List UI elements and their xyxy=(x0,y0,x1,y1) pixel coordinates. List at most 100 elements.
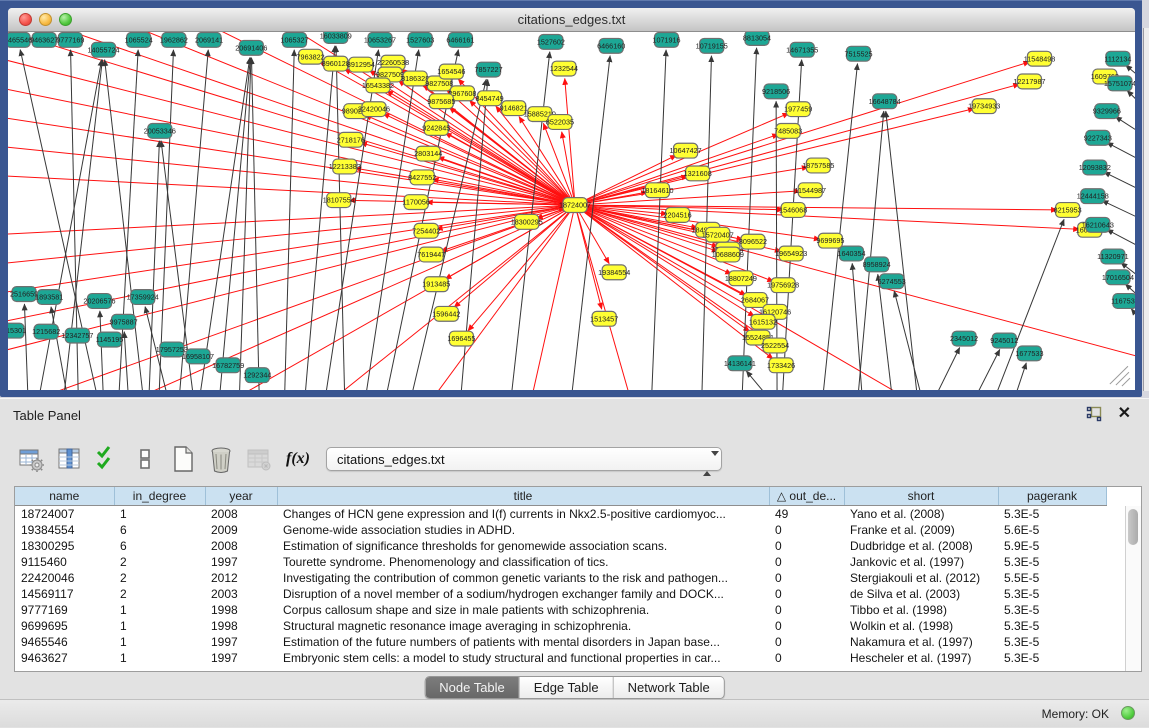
graph-node[interactable]: 7619447 xyxy=(417,247,445,262)
graph-edge[interactable] xyxy=(8,206,565,264)
table-row[interactable]: 946554611997Estimation of the future num… xyxy=(15,634,1106,650)
graph-node[interactable]: 9463627 xyxy=(30,32,58,47)
graph-node[interactable]: 9218506 xyxy=(762,84,790,99)
select-columns-button[interactable] xyxy=(52,442,86,476)
column-header-pagerank[interactable]: pagerank xyxy=(998,487,1106,506)
graph-edge[interactable] xyxy=(575,113,789,205)
resize-grip-icon[interactable] xyxy=(1122,378,1130,386)
graph-node[interactable]: 2803144 xyxy=(414,146,442,161)
table-cell[interactable]: Corpus callosum shape and size in male p… xyxy=(277,602,769,618)
table-cell[interactable]: 9463627 xyxy=(15,650,114,666)
graph-node[interactable]: 18757585 xyxy=(802,158,834,173)
column-header-year[interactable]: year xyxy=(205,487,277,506)
graph-node[interactable]: 1071916 xyxy=(652,32,680,47)
table-cell[interactable]: Genome-wide association studies in ADHD. xyxy=(277,522,769,538)
graph-edge[interactable] xyxy=(1131,309,1135,326)
table-row[interactable]: 911546021997Tourette syndrome. Phenomeno… xyxy=(15,554,1106,570)
graph-node[interactable]: 1596442 xyxy=(432,306,460,321)
table-row[interactable]: 1456911722003Disruption of a novel membe… xyxy=(15,586,1106,602)
graph-node[interactable]: 1065524 xyxy=(125,32,153,47)
graph-node[interactable]: 1654546 xyxy=(437,64,465,79)
graph-node[interactable]: 22420046 xyxy=(358,102,390,117)
table-cell[interactable]: 0 xyxy=(769,634,844,650)
graph-edge[interactable] xyxy=(100,311,104,390)
table-cell[interactable]: Dudbridge et al. (2008) xyxy=(844,538,998,554)
table-settings-button[interactable] xyxy=(14,442,48,476)
graph-edge[interactable] xyxy=(1107,229,1135,249)
graph-node[interactable]: 2718176 xyxy=(337,132,365,147)
graph-node[interactable]: 1170056 xyxy=(402,195,430,210)
graph-edge[interactable] xyxy=(993,219,1064,390)
graph-edge[interactable] xyxy=(8,206,565,235)
table-cell[interactable]: 5.3E-5 xyxy=(998,554,1106,570)
graph-node[interactable]: 1215682 xyxy=(32,324,60,339)
graph-edge[interactable] xyxy=(325,50,379,390)
table-cell[interactable]: Embryonic stem cells: a model to study s… xyxy=(277,650,769,666)
table-cell[interactable]: 1998 xyxy=(205,602,277,618)
table-vertical-scrollbar[interactable] xyxy=(1125,506,1141,671)
graph-edge[interactable] xyxy=(878,274,893,390)
graph-node[interactable]: 14055724 xyxy=(87,42,119,57)
table-row[interactable]: 1872400712008Changes of HCN gene express… xyxy=(15,506,1106,523)
graph-node[interactable]: 17359924 xyxy=(127,290,159,305)
graph-node[interactable]: 2345012 xyxy=(950,331,978,346)
graph-node[interactable]: 12444158 xyxy=(1077,189,1109,204)
graph-node[interactable]: 1893581 xyxy=(35,290,63,305)
tab-edge-table[interactable]: Edge Table xyxy=(520,677,614,698)
graph-node[interactable]: 1527602 xyxy=(537,34,565,49)
graph-node[interactable]: 9777169 xyxy=(56,32,84,47)
graph-edge[interactable] xyxy=(531,205,575,390)
graph-node[interactable]: 14671355 xyxy=(786,42,818,57)
graph-node[interactable]: 9329966 xyxy=(1093,104,1121,119)
graph-node[interactable]: 1232544 xyxy=(550,61,578,76)
graph-node[interactable]: 16033809 xyxy=(320,32,352,43)
table-cell[interactable]: 1998 xyxy=(205,618,277,634)
table-cell[interactable]: 1997 xyxy=(205,634,277,650)
table-cell[interactable]: 18724007 xyxy=(15,506,114,523)
table-cell[interactable]: 6 xyxy=(114,538,205,554)
graph-node[interactable]: 1527603 xyxy=(406,32,434,47)
table-cell[interactable]: 5.5E-5 xyxy=(998,570,1106,586)
graph-node[interactable]: 8960128 xyxy=(322,56,350,71)
table-cell[interactable]: Hescheler et al. (1997) xyxy=(844,650,998,666)
graph-node[interactable]: 1677533 xyxy=(1015,346,1043,361)
table-cell[interactable]: Stergiakouli et al. (2012) xyxy=(844,570,998,586)
table-cell[interactable]: 9777169 xyxy=(15,602,114,618)
window-titlebar[interactable]: citations_edges.txt xyxy=(8,8,1135,32)
column-header-out_de[interactable]: △ out_de... xyxy=(769,487,844,506)
graph-edge[interactable] xyxy=(822,64,857,390)
graph-node[interactable]: 7963822 xyxy=(297,49,325,64)
graph-node[interactable]: 12093832 xyxy=(1079,160,1111,175)
table-cell[interactable]: 5.6E-5 xyxy=(998,522,1106,538)
table-cell[interactable]: 49 xyxy=(769,506,844,523)
graph-node[interactable]: 16782759 xyxy=(212,358,244,373)
graph-node[interactable]: 1321608 xyxy=(684,166,712,181)
table-cell[interactable]: Disruption of a novel member of a sodium… xyxy=(277,586,769,602)
graph-node[interactable]: 1615132 xyxy=(749,314,777,329)
table-cell[interactable]: 5.3E-5 xyxy=(998,586,1106,602)
graph-node[interactable]: 1112134 xyxy=(1104,51,1131,66)
close-panel-icon[interactable]: ✕ xyxy=(1118,406,1131,422)
graph-edge[interactable] xyxy=(8,32,565,202)
table-row[interactable]: 946362711997Embryonic stem cells: a mode… xyxy=(15,650,1106,666)
table-row[interactable]: 1830029562008Estimation of significance … xyxy=(15,538,1106,554)
column-header-short[interactable]: short xyxy=(844,487,998,506)
table-cell[interactable]: 2 xyxy=(114,570,205,586)
graph-edge[interactable] xyxy=(1107,142,1135,162)
table-cell[interactable]: Jankovic et al. (1997) xyxy=(844,554,998,570)
table-cell[interactable]: Investigating the contribution of common… xyxy=(277,570,769,586)
table-cell[interactable]: 2003 xyxy=(205,586,277,602)
graph-node[interactable]: 18107554 xyxy=(323,193,355,208)
graph-edge[interactable] xyxy=(933,347,960,390)
graph-node[interactable]: 9242845 xyxy=(422,121,450,136)
graph-node[interactable]: 1977459 xyxy=(784,102,812,117)
graph-node[interactable]: 19756928 xyxy=(767,278,799,293)
table-cell[interactable]: 1 xyxy=(114,618,205,634)
graph-edge[interactable] xyxy=(239,58,251,390)
table-cell[interactable]: Franke et al. (2009) xyxy=(844,522,998,538)
graph-node[interactable]: 8522035 xyxy=(546,115,574,130)
graph-node[interactable]: 16543382 xyxy=(362,78,394,93)
graph-edge[interactable] xyxy=(1115,117,1135,136)
graph-node[interactable]: 20691406 xyxy=(235,40,267,55)
graph-node[interactable]: 18164610 xyxy=(641,183,673,198)
